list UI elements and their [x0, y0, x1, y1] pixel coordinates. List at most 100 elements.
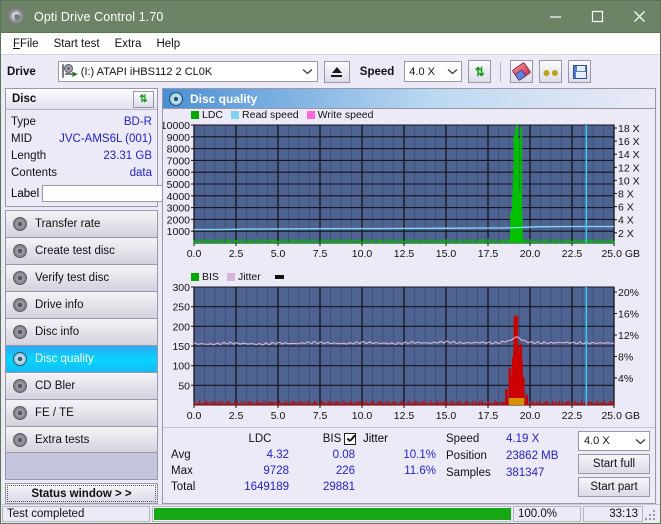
window-title: Opti Drive Control 1.70 — [34, 9, 164, 24]
svg-text:7.5: 7.5 — [313, 410, 328, 422]
disc-panel-title: Disc — [12, 93, 37, 105]
jitter-swatch — [226, 273, 235, 281]
resize-grip-icon[interactable] — [645, 506, 659, 522]
svg-text:5.0: 5.0 — [271, 410, 286, 422]
ldc-chart: 10000 9000 8000 7000 6000 5000 4000 3000 2000 100… — [163, 121, 655, 269]
sidebar-item-fe-te[interactable]: FE / TE — [5, 399, 158, 426]
maximize-icon[interactable] — [576, 1, 618, 33]
svg-text:1000: 1000 — [167, 226, 191, 238]
svg-text:2000: 2000 — [167, 214, 191, 226]
disc-icon — [169, 91, 183, 106]
chevron-down-icon — [443, 62, 461, 81]
svg-text:7000: 7000 — [167, 155, 191, 167]
main-body: Disc ⇅ Type BD-R MID JVC-AMS6L (001) Len… — [1, 88, 660, 504]
legend-label-jitter: Jitter — [237, 271, 261, 283]
sidebar-item-disc-quality[interactable]: Disc quality — [5, 345, 158, 372]
chevron-down-icon — [631, 432, 649, 451]
legend-entry-write-speed: Write speed — [306, 109, 374, 121]
samples-value: 381347 — [506, 467, 545, 479]
stats-header-ldc: LDC — [248, 433, 272, 445]
menu-item-start-test[interactable]: Start test — [50, 36, 111, 52]
svg-text:0.0: 0.0 — [187, 410, 202, 422]
svg-text:10000: 10000 — [163, 121, 190, 132]
drive-select[interactable]: ➤ (I:) ATAPI iHBS112 2 CL0K — [57, 61, 318, 82]
eject-button[interactable] — [323, 60, 350, 83]
sidebar-item-extra-tests[interactable]: Extra tests — [5, 426, 158, 453]
svg-text:8%: 8% — [618, 352, 633, 364]
speed-result-label: Speed — [446, 433, 480, 445]
stats-avg-ldc: 4.32 — [266, 449, 289, 461]
legend-entry-bis: BIS — [191, 271, 219, 283]
erase-button[interactable] — [510, 60, 534, 83]
disc-row-mid-value: JVC-AMS6L (001) — [59, 133, 152, 145]
start-part-button[interactable]: Start part — [578, 477, 650, 497]
samples-label: Samples — [446, 467, 491, 479]
sidebar-item-label: Create test disc — [35, 245, 115, 257]
disc-icon — [13, 432, 27, 447]
svg-text:22.5: 22.5 — [562, 248, 583, 260]
svg-text:4 X: 4 X — [618, 215, 634, 227]
svg-text:12 X: 12 X — [618, 162, 640, 174]
title-bar: Opti Drive Control 1.70 — [1, 1, 660, 33]
disc-row-mid-key: MID — [11, 133, 33, 145]
disc-icon — [13, 406, 27, 420]
svg-text:17.5: 17.5 — [478, 410, 499, 422]
sidebar-item-label: Transfer rate — [35, 218, 101, 230]
svg-text:6 X: 6 X — [618, 202, 634, 214]
disc-panel: Disc ⇅ Type BD-R MID JVC-AMS6L (001) Len… — [5, 88, 244, 207]
sidebar-item-disc-info[interactable]: Disc info — [5, 318, 158, 345]
menu-item-file[interactable]: FFile — [9, 36, 50, 52]
svg-text:9000: 9000 — [167, 132, 191, 144]
disc-refresh-button[interactable]: ⇅ — [133, 90, 154, 108]
progress-bar — [152, 506, 511, 522]
save-icon — [572, 64, 587, 79]
menu-bar: FFile Start test Extra Help — [1, 33, 660, 55]
refresh-button[interactable]: ⇅ — [468, 60, 492, 83]
run-info-values: 4.19 X 23862 MB 381347 — [506, 431, 578, 502]
minimize-icon[interactable] — [534, 1, 576, 33]
sidebar-item-transfer-rate[interactable]: Transfer rate — [5, 210, 158, 237]
start-full-button[interactable]: Start full — [578, 454, 650, 474]
app-disc-icon — [8, 7, 26, 26]
status-window-button[interactable]: Status window > > — [5, 483, 158, 504]
sidebar-item-verify-test-disc[interactable]: Verify test disc — [5, 264, 158, 291]
sidebar-item-create-test-disc[interactable]: Create test disc — [5, 237, 158, 264]
speed-select[interactable]: 4.0 X — [404, 61, 463, 82]
progress-percent: 100.0% — [513, 506, 581, 522]
stats-table: LDC BIS Avg 4.32 0.08 Max 9728 226 Total… — [165, 431, 440, 502]
svg-text:100: 100 — [172, 361, 190, 373]
svg-text:20.0: 20.0 — [520, 410, 541, 422]
stats-max-jitter: 11.6% — [404, 465, 436, 477]
test-speed-select[interactable]: 4.0 X — [578, 431, 650, 451]
disc-icon — [13, 325, 27, 339]
disc-row-type-value: BD-R — [123, 116, 152, 128]
svg-text:3000: 3000 — [167, 203, 191, 215]
ldc-swatch — [191, 111, 199, 119]
legend-entry-read-speed: Read speed — [231, 109, 299, 121]
svg-text:25.0 GB: 25.0 GB — [601, 410, 640, 422]
sidebar-item-drive-info[interactable]: Drive info — [5, 291, 158, 318]
svg-text:8 X: 8 X — [618, 189, 634, 201]
test-speed-select-value: 4.0 X — [584, 435, 610, 447]
menu-item-help[interactable]: Help — [152, 36, 191, 52]
disc-tools-button[interactable]: ●● — [539, 60, 563, 83]
jitter-column: Jitter 10.1% 11.6% — [344, 431, 440, 479]
ldc-chart-legend: LDC Read speed Write speed — [163, 109, 655, 121]
svg-text:15.0: 15.0 — [436, 248, 457, 260]
toolbar-divider — [500, 61, 502, 82]
menu-item-extra[interactable]: Extra — [111, 36, 153, 52]
save-button[interactable] — [568, 60, 592, 83]
jitter-checkbox-row[interactable]: Jitter — [344, 431, 440, 447]
svg-text:2 X: 2 X — [618, 228, 634, 240]
disc-row-type: Type BD-R — [11, 114, 152, 131]
close-icon[interactable] — [618, 1, 660, 33]
disc-row-length-value: 23.31 GB — [103, 150, 152, 162]
stats-corner — [165, 431, 221, 447]
svg-text:10.0: 10.0 — [352, 248, 373, 260]
jitter-checkbox[interactable] — [344, 433, 356, 445]
sidebar-item-label: CD Bler — [35, 380, 76, 392]
window-controls — [534, 1, 660, 33]
legend-entry-jitter: Jitter — [226, 271, 261, 283]
disc-icon — [13, 217, 27, 231]
sidebar-item-cd-bler[interactable]: CD Bler — [5, 372, 158, 399]
